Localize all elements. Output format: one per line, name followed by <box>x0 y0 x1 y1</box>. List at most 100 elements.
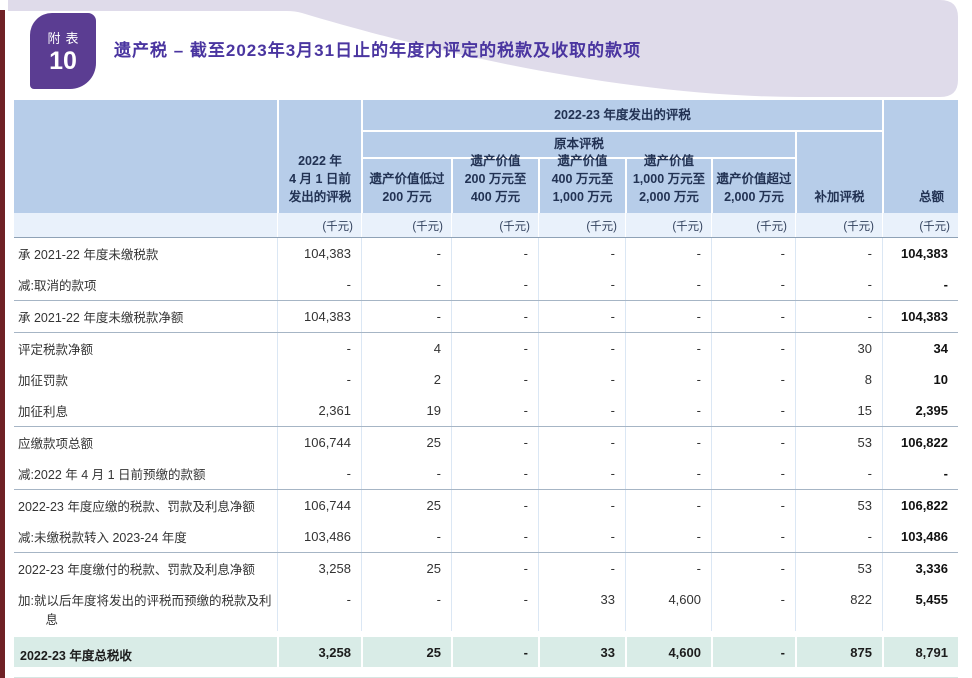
row-label: 加:就以后年度将发出的评税而预缴的税款及利息 <box>14 584 277 631</box>
row-value: 33 <box>538 584 625 631</box>
row-value: - <box>277 458 361 489</box>
row-value: - <box>451 490 538 521</box>
unit-cell: (千元) <box>795 213 882 237</box>
row-value: - <box>361 458 451 489</box>
row-value: - <box>538 238 625 269</box>
unit-cell: (千元) <box>451 213 538 237</box>
row-value: 34 <box>882 333 958 364</box>
table-row: 加征利息2,36119----152,395 <box>14 395 958 426</box>
total-row-value: - <box>711 637 795 667</box>
row-value: 53 <box>795 553 882 584</box>
table-row: 加征罚款-2----810 <box>14 364 958 395</box>
row-label: 加征利息 <box>14 395 277 426</box>
table-row: 2022-23 年度缴付的税款、罚款及利息净额3,25825----533,33… <box>14 552 958 584</box>
row-value: - <box>711 427 795 458</box>
row-value: 3,258 <box>277 553 361 584</box>
row-value: - <box>795 521 882 552</box>
row-value: 2 <box>361 364 451 395</box>
row-value: - <box>277 269 361 300</box>
row-value: - <box>711 553 795 584</box>
table-row: 减:未缴税款转入 2023-24 年度103,486------103,486 <box>14 521 958 552</box>
row-label: 承 2021-22 年度未缴税款净额 <box>14 301 277 332</box>
header-cell-2m-4m: 遗产价值 200 万元至 400 万元 <box>451 157 538 213</box>
row-label: 减:取消的款项 <box>14 269 277 300</box>
badge-number: 10 <box>49 49 77 74</box>
unit-cell-blank <box>14 213 277 237</box>
row-value: 103,486 <box>882 521 958 552</box>
row-value: - <box>625 490 711 521</box>
header-group-2022-23-assessments: 2022-23 年度发出的评税 <box>361 100 882 130</box>
total-row-value: 4,600 <box>625 637 711 667</box>
row-value: - <box>451 521 538 552</box>
row-value: - <box>711 458 795 489</box>
row-value: - <box>538 458 625 489</box>
row-value: 106,822 <box>882 427 958 458</box>
table-row: 减:取消的款项-------- <box>14 269 958 300</box>
table-row: 应缴款项总额106,74425----53106,822 <box>14 426 958 458</box>
row-label: 承 2021-22 年度未缴税款 <box>14 238 277 269</box>
row-value: - <box>451 584 538 631</box>
row-label: 2022-23 年度缴付的税款、罚款及利息净额 <box>14 553 277 584</box>
row-value: - <box>451 301 538 332</box>
row-value: 106,744 <box>277 490 361 521</box>
row-value: - <box>538 490 625 521</box>
row-value: 25 <box>361 553 451 584</box>
row-value: - <box>277 364 361 395</box>
row-value: - <box>795 301 882 332</box>
total-row-value: 25 <box>361 637 451 667</box>
unit-cell: (千元) <box>882 213 958 237</box>
table-row: 评定税款净额-4----3034 <box>14 332 958 364</box>
page-title: 遗产税 – 截至2023年3月31日止的年度内评定的税款及收取的款项 <box>114 36 834 61</box>
header-cell-10m-20m: 遗产价值 1,000 万元至 2,000 万元 <box>625 157 711 213</box>
unit-cell: (千元) <box>711 213 795 237</box>
row-value: - <box>625 333 711 364</box>
row-value: - <box>361 301 451 332</box>
row-label: 减:未缴税款转入 2023-24 年度 <box>14 521 277 552</box>
row-value: 15 <box>795 395 882 426</box>
schedule-badge: 附表 10 <box>30 13 96 89</box>
row-value: 103,486 <box>277 521 361 552</box>
row-value: - <box>625 553 711 584</box>
row-value: - <box>625 521 711 552</box>
header-cell-under-2m: 遗产价值低过 200 万元 <box>361 157 451 213</box>
row-value: 822 <box>795 584 882 631</box>
row-value: - <box>451 458 538 489</box>
row-value: - <box>277 584 361 631</box>
table-body: 承 2021-22 年度未缴税款104,383------104,383减:取消… <box>14 238 958 631</box>
row-value: - <box>361 521 451 552</box>
row-value: - <box>711 269 795 300</box>
total-row-value: 8,791 <box>882 637 958 667</box>
row-value: 25 <box>361 427 451 458</box>
table-row: 加:就以后年度将发出的评税而预缴的税款及利息---334,600-8225,45… <box>14 584 958 631</box>
total-row-value: 875 <box>795 637 882 667</box>
table-row: 承 2021-22 年度未缴税款104,383------104,383 <box>14 238 958 269</box>
row-value: - <box>538 364 625 395</box>
row-value: - <box>882 269 958 300</box>
header-cell-additional-assessment: 补加评税 <box>795 130 882 213</box>
row-label: 加征罚款 <box>14 364 277 395</box>
row-value: - <box>361 584 451 631</box>
total-row-label: 2022-23 年度总税收 <box>14 637 277 667</box>
row-value: - <box>538 521 625 552</box>
table-header: 2022 年 4 月 1 日前 发出的评税 2022-23 年度发出的评税 原本… <box>14 100 958 213</box>
table-row: 2022-23 年度应缴的税款、罚款及利息净额106,74425----5310… <box>14 489 958 521</box>
row-value: 106,744 <box>277 427 361 458</box>
unit-cell: (千元) <box>361 213 451 237</box>
unit-row: (千元) (千元) (千元) (千元) (千元) (千元) (千元) (千元) <box>14 213 958 238</box>
row-value: - <box>882 458 958 489</box>
row-value: 3,336 <box>882 553 958 584</box>
unit-cell: (千元) <box>625 213 711 237</box>
row-value: - <box>711 490 795 521</box>
header-cell-4m-10m: 遗产价值 400 万元至 1,000 万元 <box>538 157 625 213</box>
total-row: 2022-23 年度总税收 3,258 25 - 33 4,600 - 875 … <box>14 637 958 667</box>
badge-label: 附表 <box>47 28 83 47</box>
row-value: 8 <box>795 364 882 395</box>
row-value: - <box>795 458 882 489</box>
row-value: - <box>451 364 538 395</box>
row-label: 减:2022 年 4 月 1 日前预缴的款额 <box>14 458 277 489</box>
row-value: 104,383 <box>882 301 958 332</box>
row-value: - <box>361 238 451 269</box>
total-row-value: 33 <box>538 637 625 667</box>
row-value: 106,822 <box>882 490 958 521</box>
row-value: - <box>625 427 711 458</box>
